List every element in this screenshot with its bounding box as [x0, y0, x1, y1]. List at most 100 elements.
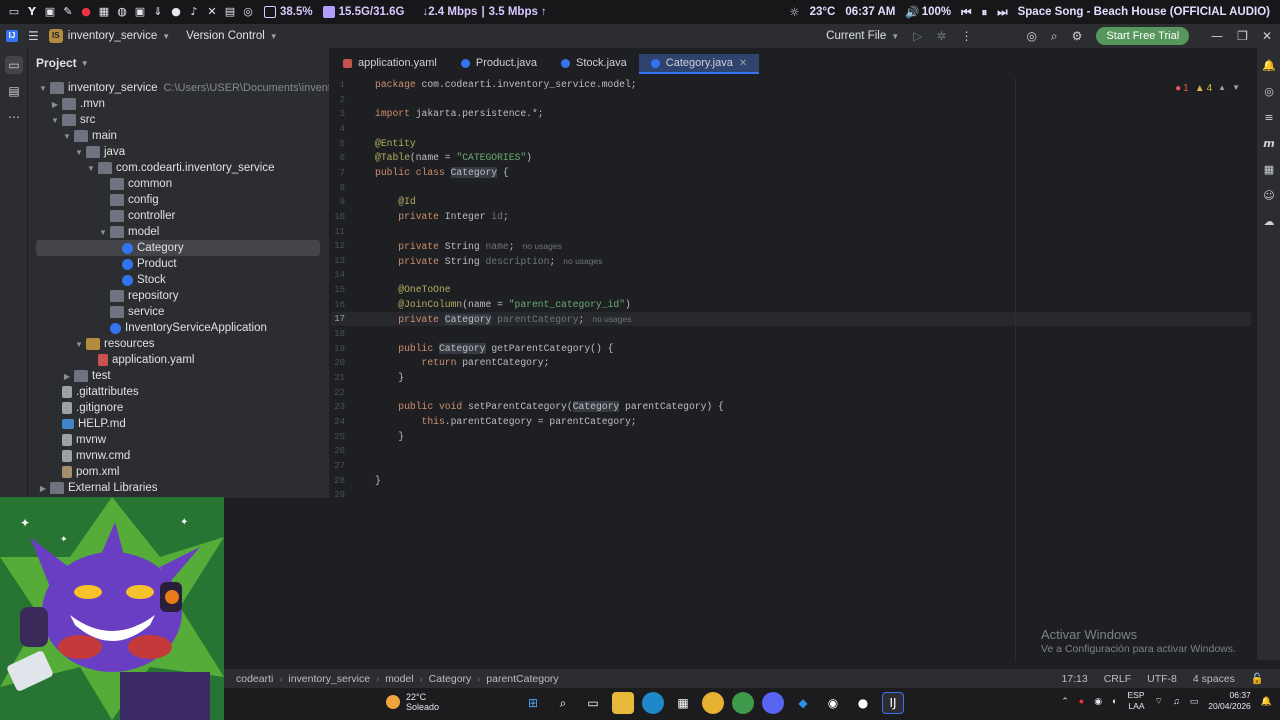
language-indicator[interactable]: ESP LAA [1127, 690, 1144, 712]
edge-icon[interactable] [642, 692, 664, 714]
code-line[interactable]: @Id [375, 195, 415, 209]
code-line[interactable]: } [375, 371, 404, 385]
palette-icon[interactable]: ◍ [116, 6, 128, 18]
github-icon[interactable]: ● [852, 692, 874, 714]
chevron-down-icon[interactable]: ▼ [50, 116, 60, 125]
tree-item[interactable]: mvnw [50, 432, 106, 448]
inspection-indicator[interactable]: ● 1 ▲ 4 ▲ ▼ [1175, 83, 1240, 94]
code-line[interactable]: public void setParentCategory(Category p… [375, 400, 724, 414]
chevron-down-icon[interactable]: ▼ [86, 164, 96, 173]
editor-tab[interactable]: Category.java ✕ [638, 54, 760, 74]
drop-icon[interactable]: ● [170, 6, 182, 18]
tray-up-icon[interactable]: ⌃ [1061, 696, 1069, 707]
tray-discord-icon[interactable]: ◐ [1112, 696, 1117, 706]
breadcrumb-item[interactable]: inventory_service [288, 673, 370, 685]
chart-icon[interactable]: ▤ [224, 6, 236, 18]
tree-item[interactable]: ▶ test [62, 368, 111, 384]
tree-item[interactable]: controller [98, 208, 175, 224]
line-separator[interactable]: CRLF [1104, 673, 1131, 685]
tree-item[interactable]: HELP.md [50, 416, 126, 432]
chevron-down-icon[interactable]: ▼ [98, 228, 108, 237]
search-icon[interactable]: ⌕ [552, 692, 574, 714]
chevron-down-icon[interactable]: ▼ [74, 148, 84, 157]
store-icon[interactable]: ▦ [672, 692, 694, 714]
code-line[interactable]: private String description; no usages [375, 254, 602, 268]
breadcrumb-item[interactable]: Category [429, 673, 472, 685]
intellij-icon[interactable]: IJ [882, 692, 904, 714]
tree-item[interactable]: repository [98, 288, 179, 304]
tray-steam-icon[interactable]: ◉ [1094, 696, 1102, 707]
coverage-icon[interactable]: ▦ [1261, 162, 1277, 178]
tree-item[interactable]: ▼ inventory_service C:\Users\USER\Document… [38, 80, 329, 96]
chrome-icon[interactable] [702, 692, 724, 714]
close-tab-icon[interactable]: ✕ [739, 58, 747, 69]
download-icon[interactable]: ⇓ [152, 6, 164, 18]
tree-item[interactable]: service [98, 304, 164, 320]
copilot-icon[interactable]: ☺ [1261, 188, 1277, 204]
tree-item[interactable]: Product [110, 256, 177, 272]
code-line[interactable]: import jakarta.persistence.*; [375, 107, 544, 121]
chevron-right-icon[interactable]: ▶ [50, 100, 60, 109]
editor-tab[interactable]: application.yaml [331, 54, 449, 74]
tree-item[interactable]: ▼ java [74, 144, 125, 160]
start-icon[interactable]: ⊞ [522, 692, 544, 714]
code-line[interactable]: private Category parentCategory; no usage… [375, 312, 632, 326]
project-tool-icon[interactable]: ▭ [5, 56, 23, 74]
task-view-icon[interactable]: ▭ [582, 692, 604, 714]
code-line[interactable]: return parentCategory; [375, 356, 550, 370]
caret-position[interactable]: 17:13 [1061, 673, 1087, 685]
database-icon[interactable]: ≡ [1261, 110, 1277, 126]
code-line[interactable]: this.parentCategory = parentCategory; [375, 415, 637, 429]
code-line[interactable]: } [375, 474, 381, 488]
chevron-down-icon[interactable]: ▼ [62, 132, 72, 141]
code-line[interactable]: package com.codearti.inventory_service.m… [375, 78, 637, 92]
file-explorer-icon[interactable] [612, 692, 634, 714]
media-pause-icon[interactable]: ⏸ [982, 5, 988, 20]
taskbar-clock[interactable]: 06:37 20/04/2026 [1208, 690, 1251, 712]
tree-item[interactable]: InventoryServiceApplication [98, 320, 267, 336]
project-panel-header[interactable]: Project ▼ [28, 48, 329, 78]
chevron-right-icon[interactable]: ▶ [38, 484, 48, 493]
chevron-up-icon[interactable]: ▲ [1218, 83, 1226, 94]
file-encoding[interactable]: UTF-8 [1147, 673, 1177, 685]
chevron-right-icon[interactable]: ▶ [62, 372, 72, 381]
tree-item[interactable]: ▼ com.codearti.inventory_service [86, 160, 275, 176]
chevron-down-icon[interactable]: ▼ [38, 84, 48, 93]
breadcrumb-item[interactable]: model [385, 673, 414, 685]
editor-tab[interactable]: Stock.java [549, 54, 639, 74]
breadcrumb-item[interactable]: codearti [236, 673, 273, 685]
window-icon[interactable]: ▭ [8, 6, 20, 18]
battery-icon[interactable]: ▭ [1190, 696, 1199, 707]
wifi-icon[interactable]: ⌔ [1155, 696, 1163, 707]
ide-logo-icon[interactable]: IJ [6, 30, 18, 42]
code-line[interactable]: public class Category { [375, 166, 509, 180]
tree-item[interactable]: Stock [110, 272, 166, 288]
steam-icon[interactable]: ◉ [822, 692, 844, 714]
tray-app-icon[interactable]: ● [1079, 696, 1084, 706]
settings-gear-icon[interactable]: ⚙ [1072, 29, 1083, 43]
version-control-menu[interactable]: Version Control ▼ [186, 30, 278, 42]
volume-icon[interactable]: 🔊 [905, 5, 919, 19]
main-menu-icon[interactable]: ☰ [28, 29, 39, 43]
maven-icon[interactable]: m [1261, 136, 1277, 152]
shield-icon[interactable]: ▣ [134, 6, 146, 18]
tree-item[interactable]: .gitattributes [50, 384, 139, 400]
more-tools-icon[interactable]: ⋯ [5, 108, 23, 126]
record-icon[interactable]: ● [80, 6, 92, 18]
indent-settings[interactable]: 4 spaces [1193, 673, 1235, 685]
taskbar-weather[interactable]: 22°C Soleado [386, 692, 439, 712]
structure-tool-icon[interactable]: ▤ [5, 82, 23, 100]
notifications-icon[interactable]: 🔔 [1261, 58, 1277, 74]
minimize-icon[interactable]: — [1211, 29, 1223, 43]
endpoints-icon[interactable]: ☁ [1261, 214, 1277, 230]
tree-item[interactable]: config [98, 192, 159, 208]
media-next-icon[interactable]: ⏭ [997, 5, 1007, 20]
discord-icon[interactable] [762, 692, 784, 714]
tree-item[interactable]: .gitignore [50, 400, 123, 416]
tree-item[interactable]: ▶ External Libraries [38, 480, 157, 496]
media-title[interactable]: Space Song - Beach House (OFFICIAL AUDIO… [1018, 6, 1270, 18]
code-line[interactable]: public Category getParentCategory() { [375, 342, 613, 356]
ai-assistant-icon[interactable]: ◎ [1026, 29, 1036, 43]
chrome-alt-icon[interactable] [732, 692, 754, 714]
tree-item[interactable]: Category [110, 240, 184, 256]
